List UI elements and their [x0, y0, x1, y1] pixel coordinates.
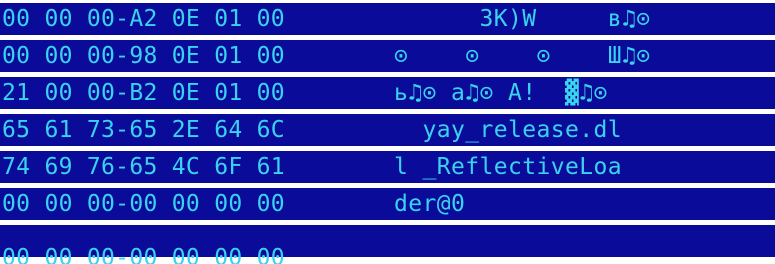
ascii-text: yay_release.dl — [394, 117, 622, 143]
hex-row: 00 00 00-00 00 00 00 der@0 — [0, 186, 775, 222]
ascii-text: l _ReflectiveLoa — [394, 154, 622, 180]
hex-row: 00 00 00-00 00 00 00 — [0, 240, 775, 264]
ascii-text: ⊙ ⊙ ⊙ Ш♫⊙ — [394, 43, 651, 69]
ascii-text: 3K)W в♫⊙ — [394, 6, 651, 32]
hex-bytes: 00 00 00-98 0E 01 00 — [2, 43, 285, 69]
hex-row: 00 00 00-A2 0E 01 00 3K)W в♫⊙ — [0, 1, 775, 37]
hex-row: 21 00 00-B2 0E 01 00 ь♫⊙ а♫⊙ А! ▓♫⊙ — [0, 75, 775, 111]
hex-bytes: 00 00 00-A2 0E 01 00 — [2, 6, 285, 32]
ascii-text: ь♫⊙ а♫⊙ А! ▓♫⊙ — [394, 80, 608, 106]
hex-bytes: 00 00 00-00 00 00 00 — [2, 245, 285, 264]
hex-bytes: 21 00 00-B2 0E 01 00 — [2, 80, 285, 106]
hex-row: 74 69 76-65 4C 6F 61 l _ReflectiveLoa — [0, 149, 775, 185]
hex-bytes: 00 00 00-00 00 00 00 — [2, 191, 285, 217]
hex-dump-view: 00 00 00-A2 0E 01 00 3K)W в♫⊙ 00 00 00-9… — [0, 0, 775, 264]
ascii-text: der@0 — [394, 191, 466, 217]
hex-bytes: 65 61 73-65 2E 64 6C — [2, 117, 285, 143]
hex-row: 65 61 73-65 2E 64 6C yay_release.dl — [0, 112, 775, 148]
hex-bytes: 74 69 76-65 4C 6F 61 — [2, 154, 285, 180]
hex-row: 00 00 00-98 0E 01 00 ⊙ ⊙ ⊙ Ш♫⊙ — [0, 38, 775, 74]
